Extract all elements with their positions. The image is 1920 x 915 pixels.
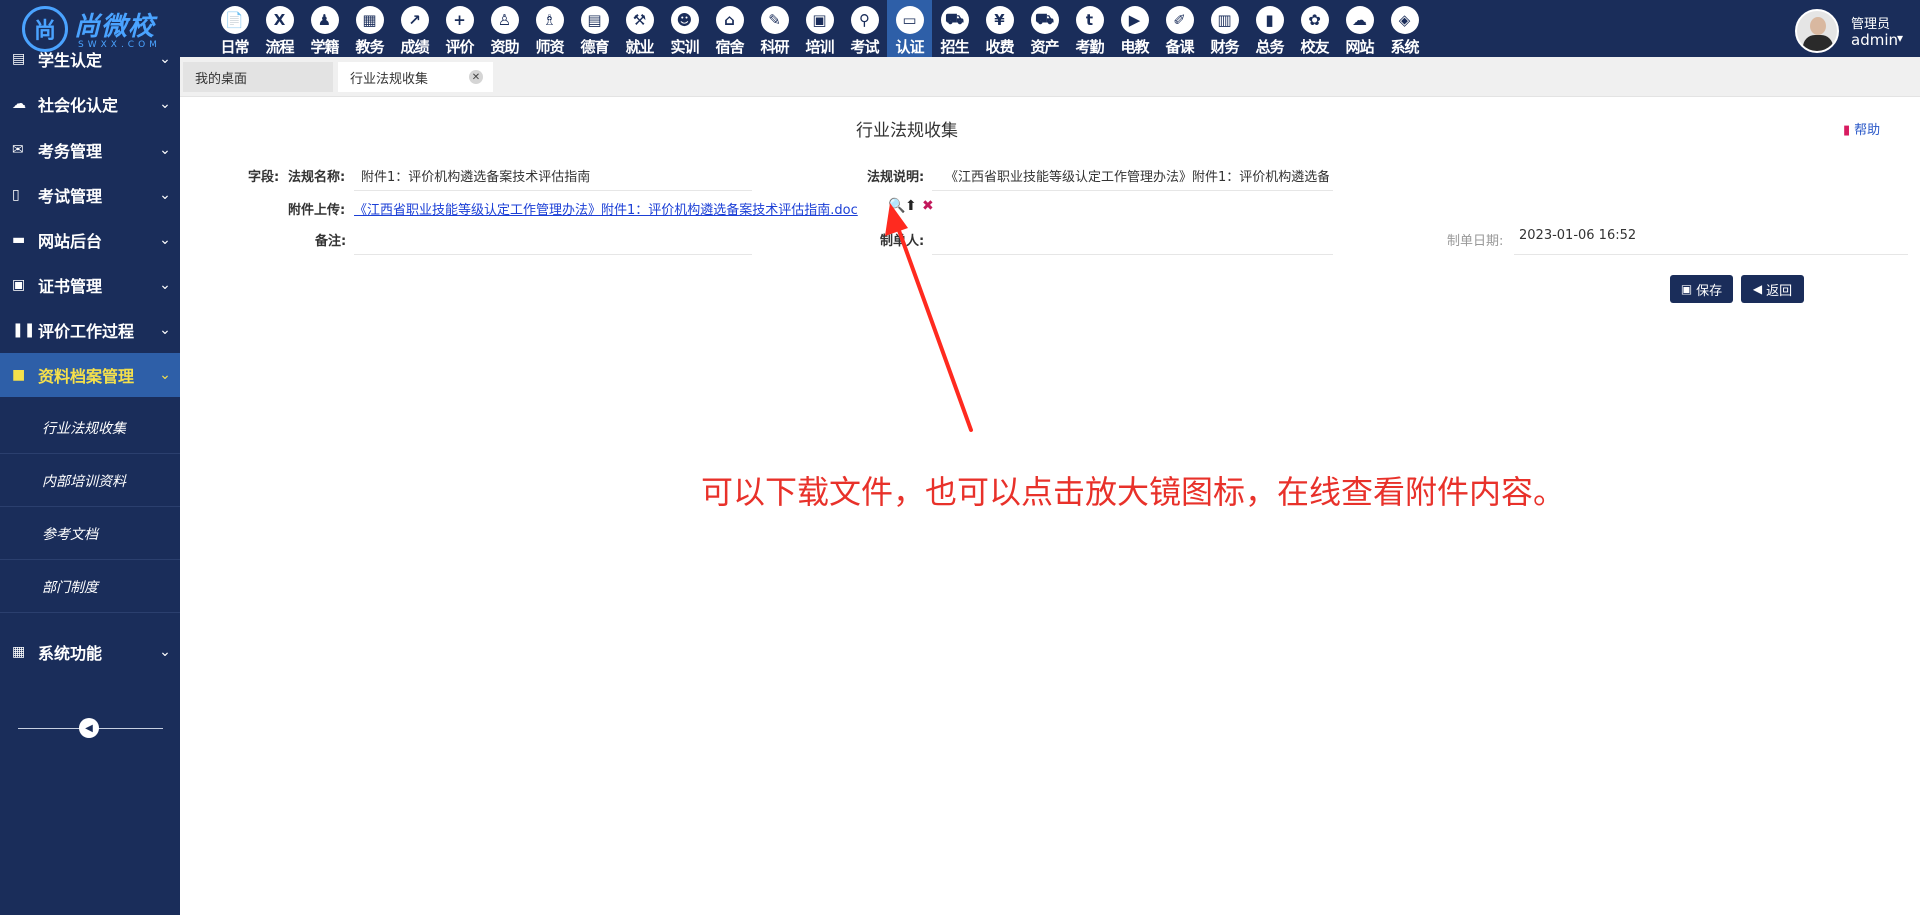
annotation-text: 可以下载文件，也可以点击放大镜图标，在线查看附件内容。 xyxy=(701,473,1566,511)
annotation-arrow xyxy=(885,203,973,432)
